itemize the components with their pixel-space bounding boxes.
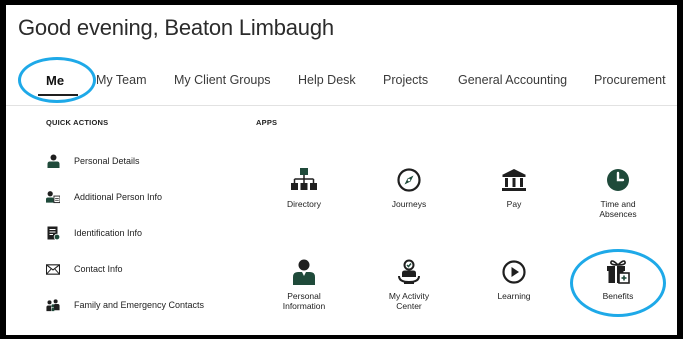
- highlight-circle-benefits: [570, 249, 666, 317]
- person-card-icon: [46, 190, 60, 204]
- app-journeys[interactable]: Journeys: [369, 167, 449, 209]
- app-label: Pay: [506, 199, 522, 209]
- tab-general-accounting[interactable]: General Accounting: [458, 73, 567, 87]
- bank-icon: [501, 167, 527, 193]
- app-time-and-absences[interactable]: Time and Absences: [578, 167, 658, 219]
- app-my-activity-center[interactable]: My Activity Center: [369, 259, 449, 311]
- tab-bar: Me My Team My Client Groups Help Desk Pr…: [6, 65, 677, 106]
- person-icon: [46, 154, 60, 168]
- quick-action-additional-person-info[interactable]: Additional Person Info: [46, 187, 162, 207]
- app-directory[interactable]: Directory: [264, 167, 344, 209]
- tab-my-team[interactable]: My Team: [96, 73, 146, 87]
- quick-action-label: Contact Info: [74, 264, 123, 274]
- app-frame: Good evening, Beaton Limbaugh Me My Team…: [6, 5, 677, 335]
- quick-action-contact-info[interactable]: Contact Info: [46, 259, 123, 279]
- tab-help-desk[interactable]: Help Desk: [298, 73, 356, 87]
- quick-action-personal-details[interactable]: Personal Details: [46, 151, 140, 171]
- app-label: Directory: [286, 199, 321, 209]
- id-document-icon: [46, 226, 60, 240]
- envelope-icon: [46, 262, 60, 276]
- highlight-circle-me: [18, 57, 96, 103]
- family-icon: [46, 298, 60, 312]
- greeting-title: Good evening, Beaton Limbaugh: [18, 15, 334, 40]
- tab-procurement[interactable]: Procurement: [594, 73, 666, 87]
- app-label: My Activity Center: [388, 291, 430, 311]
- quick-action-identification-info[interactable]: Identification Info: [46, 223, 142, 243]
- app-label: Learning: [497, 291, 531, 301]
- quick-action-label: Family and Emergency Contacts: [74, 300, 205, 310]
- apps-title: APPS: [256, 118, 278, 127]
- quick-action-label: Additional Person Info: [74, 192, 163, 202]
- tab-my-client-groups[interactable]: My Client Groups: [174, 73, 271, 87]
- clock-icon: [605, 167, 631, 193]
- quick-action-label: Personal Details: [74, 156, 140, 166]
- app-pay[interactable]: Pay: [474, 167, 554, 209]
- app-label: Journeys: [391, 199, 427, 209]
- app-learning[interactable]: Learning: [474, 259, 554, 301]
- quick-action-family-emergency-contacts[interactable]: Family and Emergency Contacts: [46, 295, 204, 315]
- org-chart-icon: [291, 167, 317, 193]
- quick-action-label: Identification Info: [74, 228, 143, 238]
- tab-divider: [6, 105, 677, 106]
- activity-center-icon: [396, 259, 422, 285]
- compass-icon: [396, 167, 422, 193]
- tab-projects[interactable]: Projects: [383, 73, 428, 87]
- person-icon: [291, 259, 317, 285]
- app-label: Personal Information: [282, 291, 326, 311]
- play-icon: [501, 259, 527, 285]
- quick-actions-title: QUICK ACTIONS: [46, 118, 109, 127]
- app-label: Time and Absences: [599, 199, 637, 219]
- app-personal-information[interactable]: Personal Information: [264, 259, 344, 311]
